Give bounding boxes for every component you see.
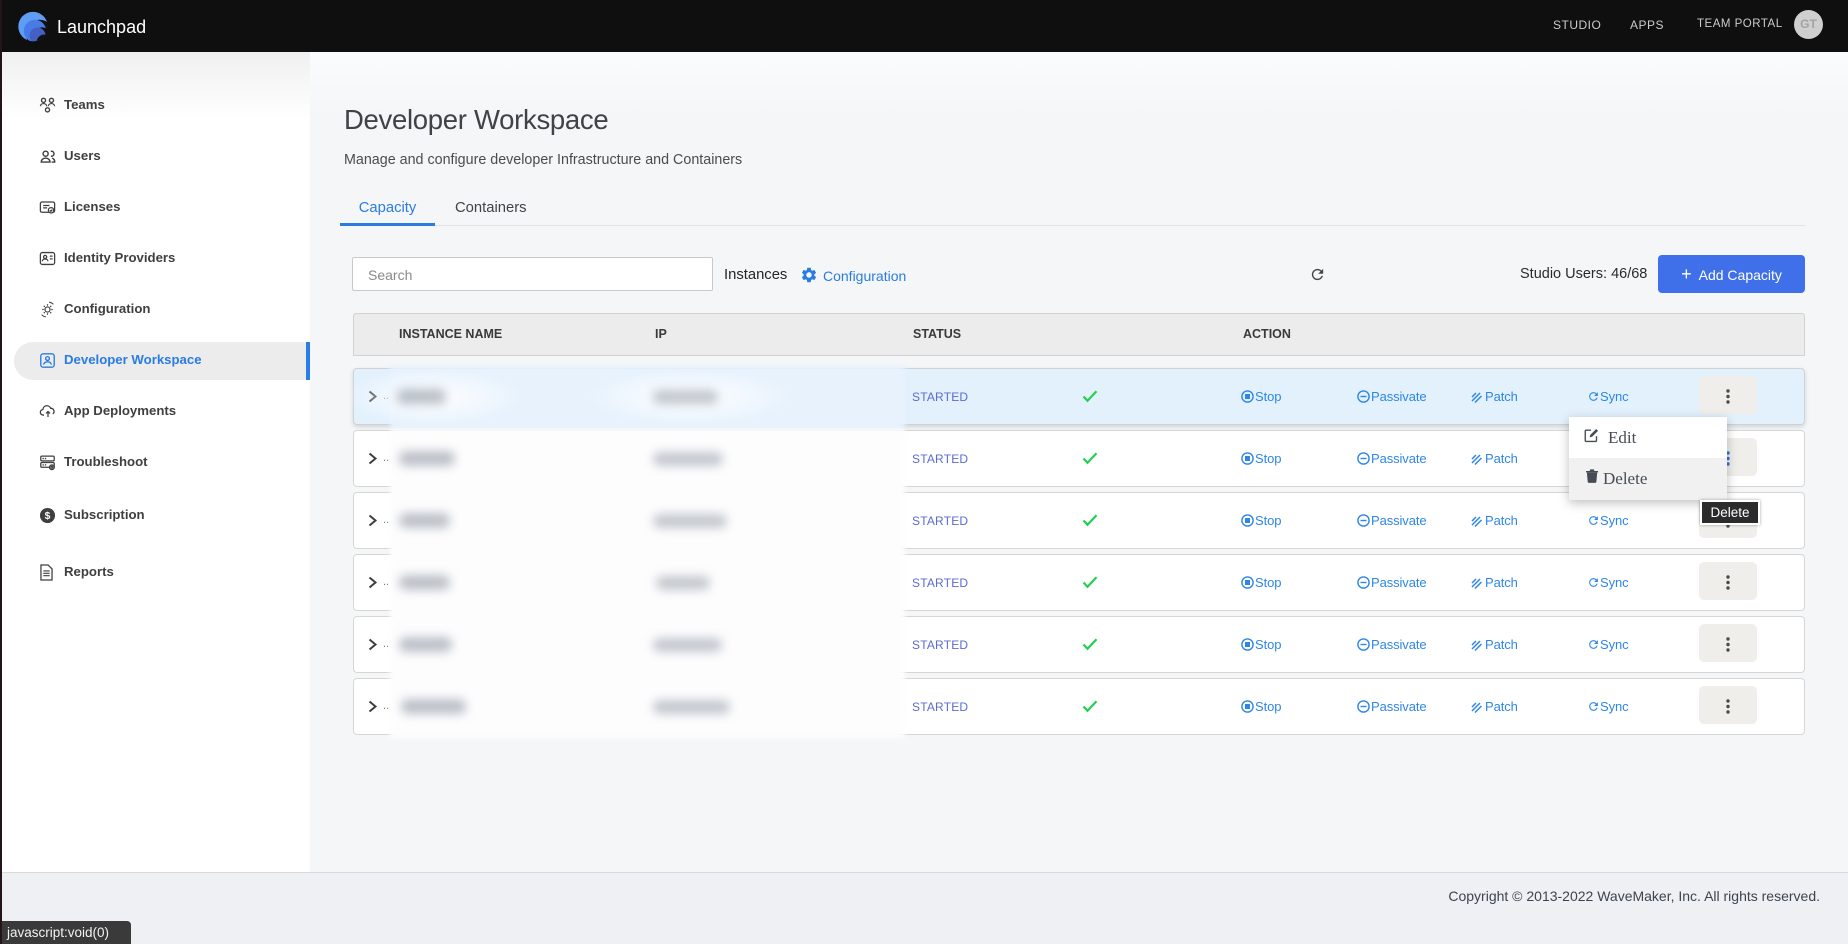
svg-text:$: $ bbox=[45, 511, 51, 522]
